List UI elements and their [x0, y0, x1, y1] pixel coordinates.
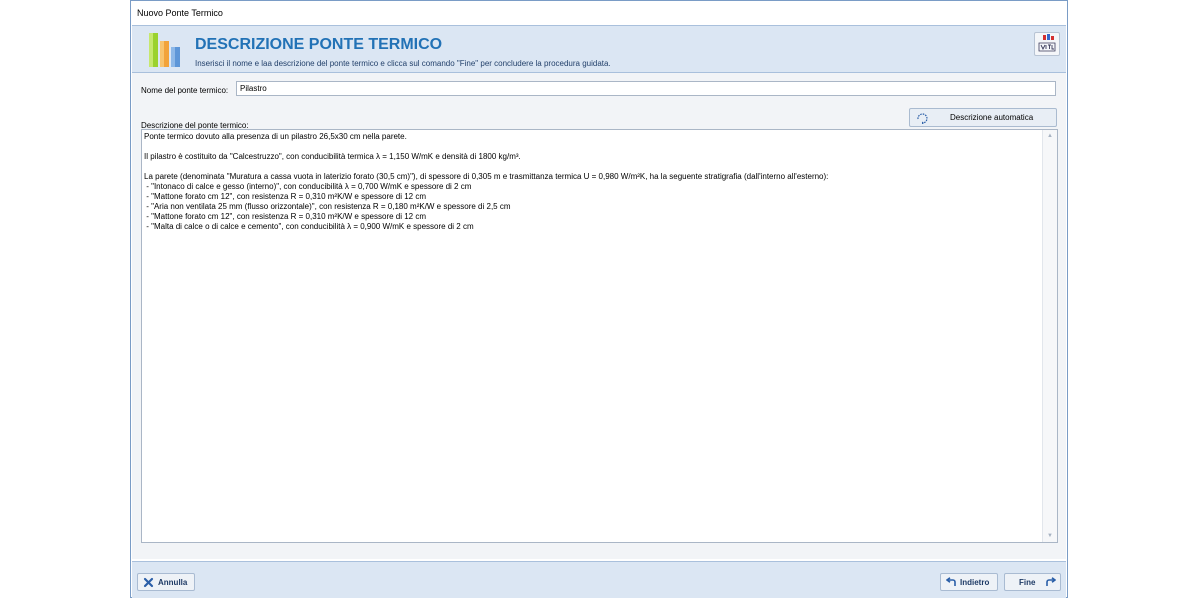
cancel-label: Annulla — [158, 578, 188, 587]
description-line: - "Intonaco di calce e gesso (interno)",… — [144, 182, 472, 191]
description-line: La parete (denominata "Muratura a cassa … — [144, 172, 829, 181]
page-subtitle: Inserisci il nome e laa descrizione del … — [195, 59, 611, 68]
name-label: Nome del ponte termico: — [141, 86, 229, 95]
description-line — [144, 142, 1042, 152]
description-line: - "Mattone forato cm 12", con resistenza… — [144, 192, 427, 201]
forward-arrow-icon — [1046, 577, 1056, 586]
wizard-footer: Annulla Indietro Fine — [132, 561, 1066, 598]
description-line — [144, 162, 1042, 172]
window-title: Nuovo Ponte Termico — [137, 8, 223, 18]
back-label: Indietro — [960, 578, 990, 587]
wizard-header: DESCRIZIONE PONTE TERMICO Inserisci il n… — [132, 25, 1066, 73]
auto-description-button[interactable]: Descrizione automatica — [909, 108, 1057, 127]
back-button[interactable]: Indietro — [940, 573, 998, 591]
finish-button[interactable]: Fine — [1004, 573, 1061, 591]
scroll-up-icon[interactable]: ▲ — [1047, 133, 1053, 139]
description-line: - "Malta di calce o di calce e cemento",… — [144, 222, 474, 231]
description-line: - "Aria non ventilata 25 mm (flusso oriz… — [144, 202, 511, 211]
description-textarea[interactable]: Ponte termico dovuto alla presenza di un… — [141, 129, 1058, 543]
vertical-scrollbar[interactable]: ▲ ▼ — [1042, 130, 1057, 542]
description-text: Ponte termico dovuto alla presenza di un… — [144, 132, 1042, 232]
back-arrow-icon — [946, 577, 956, 586]
scroll-down-icon[interactable]: ▼ — [1047, 533, 1053, 539]
description-line: - "Mattone forato cm 12", con resistenza… — [144, 212, 427, 221]
page-title: DESCRIZIONE PONTE TERMICO — [195, 36, 443, 53]
cancel-button[interactable]: Annulla — [137, 573, 195, 591]
refresh-icon — [917, 113, 928, 124]
brand-button[interactable] — [1034, 32, 1060, 56]
title-bar[interactable]: Nuovo Ponte Termico — [131, 1, 1067, 25]
brand-logo-icon — [1038, 34, 1056, 52]
name-input[interactable] — [236, 81, 1056, 96]
description-line: Il pilastro è costituito da "Calcestruzz… — [144, 152, 521, 161]
description-line: Ponte termico dovuto alla presenza di un… — [144, 132, 407, 141]
dialog-window: Nuovo Ponte Termico DESCRIZIONE PONTE TE… — [130, 0, 1068, 598]
form-content: Nome del ponte termico: Descrizione del … — [132, 73, 1066, 559]
close-icon — [143, 577, 154, 588]
bar-chart-icon — [149, 33, 180, 67]
finish-label: Fine — [1019, 578, 1036, 587]
auto-description-label: Descrizione automatica — [950, 113, 1034, 122]
